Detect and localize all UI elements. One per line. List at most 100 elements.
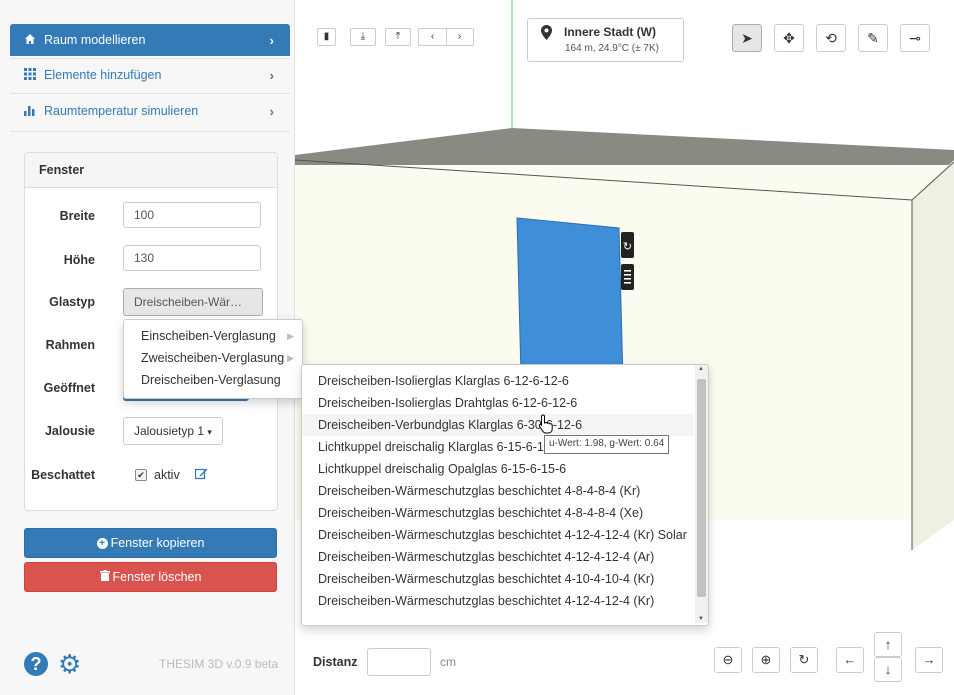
glass-tooltip: u-Wert: 1.98, g-Wert: 0.64 (544, 435, 670, 454)
bar-chart-icon (24, 104, 44, 119)
distanz-unit: cm (440, 655, 456, 669)
nav-label: Elemente hinzufügen (44, 68, 162, 82)
glass-option[interactable]: Dreischeiben-Wärmeschutzglas beschichtet… (302, 480, 694, 502)
arrow-left-icon: ← (843, 652, 857, 667)
glass-option[interactable]: Dreischeiben-Wärmeschutzglas beschichtet… (302, 568, 694, 590)
breite-input[interactable]: 100 (123, 202, 261, 228)
scroll-up-icon[interactable]: ▲ (698, 366, 704, 372)
glass-option[interactable]: Dreischeiben-Wärmeschutzglas beschichtet… (302, 590, 694, 612)
nav-raumtemperatur-simulieren[interactable]: Raumtemperatur simulieren › (10, 95, 290, 127)
location-pin-icon (541, 25, 552, 45)
jalousie-value: Jalousietyp 1 (134, 424, 205, 438)
pan-left-button[interactable]: ← (836, 647, 864, 673)
beschattet-label: Beschattet (31, 468, 95, 482)
pan-up-button[interactable]: ↑ (874, 632, 902, 657)
distanz-label: Distanz (313, 655, 358, 669)
glass-option[interactable]: Dreischeiben-Wärmeschutzglas beschichtet… (302, 502, 694, 524)
move-icon: ✥ (783, 30, 795, 46)
trash-icon (99, 570, 110, 584)
hoehe-label: Höhe (63, 253, 95, 267)
select-tool-button[interactable]: ➤ (732, 24, 762, 52)
distanz-input[interactable] (367, 648, 431, 676)
download-button[interactable]: ⤓ (350, 28, 376, 46)
location-name: Innere Stadt (W) (564, 25, 656, 39)
draw-tool-button[interactable]: ✎ (858, 24, 888, 52)
hoehe-input[interactable]: 130 (123, 245, 261, 271)
measure-tool-button[interactable]: ⊸ (900, 24, 930, 52)
gear-icon[interactable]: ⚙ (58, 649, 81, 679)
beschattet-checkbox[interactable]: ✔ (135, 469, 147, 481)
divider (10, 131, 290, 132)
glass-category-label: Zweischeiben-Verglasung (141, 351, 285, 365)
upload-icon: ⤒ (395, 31, 401, 42)
chevron-right-icon: › (269, 67, 274, 83)
fenster-kopieren-label: Fenster kopieren (110, 536, 205, 550)
undo-icon[interactable]: ‹ (420, 29, 447, 45)
jalousie-label: Jalousie (44, 424, 95, 438)
glass-category-item[interactable]: Zweischeiben-Verglasung ▶ (124, 347, 300, 369)
glass-options-list: Dreischeiben-Isolierglas Klarglas 6-12-6… (301, 364, 709, 626)
new-file-button[interactable]: ▮ (317, 28, 336, 46)
glass-option[interactable]: Dreischeiben-Wärmeschutzglas beschichtet… (302, 546, 694, 568)
glass-option[interactable]: Dreischeiben-Verbundglas Klarglas 6-30-6… (302, 414, 694, 436)
caret-down-icon: ▾ (207, 427, 212, 437)
caret-right-icon: ▶ (287, 353, 294, 363)
location-box[interactable]: Innere Stadt (W) 164 m, 24.9°C (± 7K) (527, 18, 684, 62)
scroll-thumb[interactable] (697, 379, 706, 597)
glass-option[interactable]: Dreischeiben-Isolierglas Drahtglas 6-12-… (302, 392, 694, 414)
glass-category-label: Dreischeiben-Verglasung (141, 373, 281, 387)
chevron-right-icon: › (269, 103, 274, 119)
pan-down-button[interactable]: ↓ (874, 657, 902, 682)
refresh-icon: ↻ (798, 652, 810, 667)
glass-category-item[interactable]: Einscheiben-Verglasung ▶ (124, 325, 300, 347)
zoom-in-icon: ⊕ (760, 652, 772, 667)
list-scrollbar[interactable]: ▲ ▼ (695, 365, 708, 623)
nav-label: Raum modellieren (44, 33, 146, 47)
edit-icon[interactable] (194, 467, 208, 483)
zoom-out-button[interactable]: ⊖ (714, 647, 742, 673)
undo-redo-group: ‹ › (418, 28, 474, 46)
svg-text:↻: ↻ (623, 240, 632, 253)
beschattet-control: ✔ aktiv (135, 467, 208, 483)
zoom-in-button[interactable]: ⊕ (752, 647, 780, 673)
glass-option[interactable]: Dreischeiben-Isolierglas Klarglas 6-12-6… (302, 370, 694, 392)
chevron-right-icon: › (269, 32, 274, 48)
caret-right-icon: ▶ (287, 331, 294, 341)
breite-label: Breite (59, 209, 95, 223)
glass-category-label: Einscheiben-Verglasung (141, 329, 276, 343)
scroll-down-icon[interactable]: ▼ (698, 616, 704, 622)
glass-category-item[interactable]: Dreischeiben-Verglasung (124, 369, 300, 391)
nav-raum-modellieren[interactable]: Raum modellieren › (10, 24, 290, 56)
download-icon: ⤓ (360, 31, 366, 42)
zoom-out-icon: ⊖ (722, 652, 734, 667)
glastyp-label: Glastyp (49, 295, 95, 309)
fenster-loeschen-button[interactable]: Fenster löschen (24, 562, 277, 592)
upload-button[interactable]: ⤒ (385, 28, 411, 46)
reset-view-button[interactable]: ↻ (790, 647, 818, 673)
file-icon: ▮ (323, 31, 330, 42)
arrow-down-icon: ↓ (884, 662, 892, 677)
rahmen-label: Rahmen (45, 338, 95, 352)
beschattet-checkbox-label: aktiv (154, 468, 180, 482)
glass-option[interactable]: Lichtkuppel dreischalig Opalglas 6-15-6-… (302, 458, 694, 480)
nav-elemente-hinzufuegen[interactable]: Elemente hinzufügen › (10, 59, 290, 91)
hand-cursor-icon (538, 414, 554, 437)
panel-title: Fenster (25, 153, 277, 188)
move-tool-button[interactable]: ✥ (774, 24, 804, 52)
glastyp-select[interactable]: Dreischeiben-Wär… (123, 288, 263, 316)
help-icon[interactable]: ? (24, 652, 48, 676)
grid-icon (24, 67, 44, 83)
home-icon (24, 33, 44, 48)
pan-right-button[interactable]: → (915, 647, 943, 673)
redo-icon[interactable]: › (447, 29, 473, 45)
fenster-loeschen-label: Fenster löschen (112, 570, 202, 584)
cursor-icon: ➤ (741, 30, 753, 46)
fenster-kopieren-button[interactable]: + Fenster kopieren (24, 528, 277, 558)
glass-option[interactable]: Dreischeiben-Wärmeschutzglas beschichtet… (302, 524, 694, 546)
jalousie-dropdown[interactable]: Jalousietyp 1 ▾ (123, 417, 223, 445)
pencil-icon: ✎ (867, 30, 879, 46)
version-label: THESIM 3D v.0.9 beta (159, 657, 279, 671)
rotate-tool-button[interactable]: ⟲ (816, 24, 846, 52)
plus-circle-icon: + (96, 537, 108, 549)
nav-label: Raumtemperatur simulieren (44, 104, 199, 118)
